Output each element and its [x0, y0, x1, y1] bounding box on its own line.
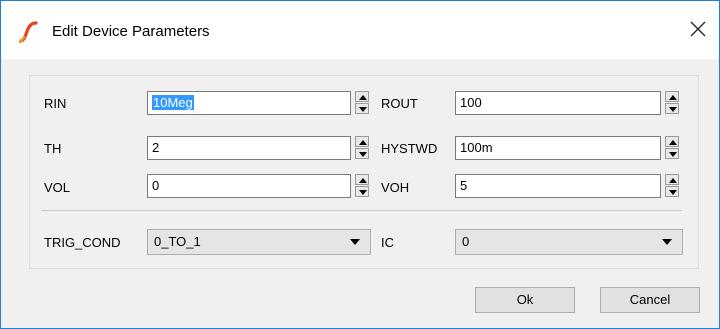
- dialog-title: Edit Device Parameters: [52, 23, 210, 40]
- chevron-down-icon: [662, 239, 672, 245]
- rout-field[interactable]: 100: [455, 91, 661, 115]
- title-bar: Edit Device Parameters: [1, 1, 719, 59]
- spin-up-icon[interactable]: [665, 91, 679, 102]
- dialog-window: Edit Device Parameters RIN 10Meg ROUT 10…: [0, 0, 720, 329]
- vol-field[interactable]: 0: [147, 174, 351, 198]
- rout-spinner[interactable]: [665, 91, 679, 115]
- rin-field[interactable]: 10Meg: [147, 91, 351, 115]
- th-label: TH: [44, 141, 62, 156]
- trig-cond-select[interactable]: 0_TO_1: [147, 229, 371, 255]
- voh-label: VOH: [381, 180, 410, 195]
- hystwd-field[interactable]: 100m: [455, 136, 661, 160]
- cancel-button[interactable]: Cancel: [600, 287, 700, 313]
- spin-down-icon[interactable]: [355, 148, 369, 159]
- th-spinner[interactable]: [355, 136, 369, 160]
- spin-up-icon[interactable]: [665, 174, 679, 185]
- hystwd-spinner[interactable]: [665, 136, 679, 160]
- trig-cond-value: 0_TO_1: [154, 234, 201, 249]
- spin-down-icon[interactable]: [665, 103, 679, 114]
- voh-spinner[interactable]: [665, 174, 679, 198]
- spin-down-icon[interactable]: [665, 186, 679, 197]
- spin-down-icon[interactable]: [355, 103, 369, 114]
- spin-down-icon[interactable]: [665, 148, 679, 159]
- separator: [41, 210, 682, 211]
- spin-up-icon[interactable]: [355, 136, 369, 147]
- ic-select[interactable]: 0: [455, 229, 683, 255]
- ok-button[interactable]: Ok: [475, 287, 575, 313]
- rin-spinner[interactable]: [355, 91, 369, 115]
- chevron-down-icon: [350, 239, 360, 245]
- spice-logo-icon: [18, 21, 38, 43]
- spin-up-icon[interactable]: [665, 136, 679, 147]
- rout-label: ROUT: [381, 96, 418, 111]
- spin-up-icon[interactable]: [355, 174, 369, 185]
- spin-up-icon[interactable]: [355, 91, 369, 102]
- ic-label: IC: [381, 235, 394, 250]
- voh-field[interactable]: 5: [455, 174, 661, 198]
- rin-label: RIN: [44, 96, 67, 111]
- trig-cond-label: TRIG_COND: [44, 235, 121, 250]
- spin-down-icon[interactable]: [355, 186, 369, 197]
- ic-value: 0: [462, 234, 470, 249]
- vol-spinner[interactable]: [355, 174, 369, 198]
- vol-label: VOL: [44, 180, 71, 195]
- hystwd-label: HYSTWD: [381, 141, 438, 156]
- th-field[interactable]: 2: [147, 136, 351, 160]
- close-icon[interactable]: [686, 17, 710, 41]
